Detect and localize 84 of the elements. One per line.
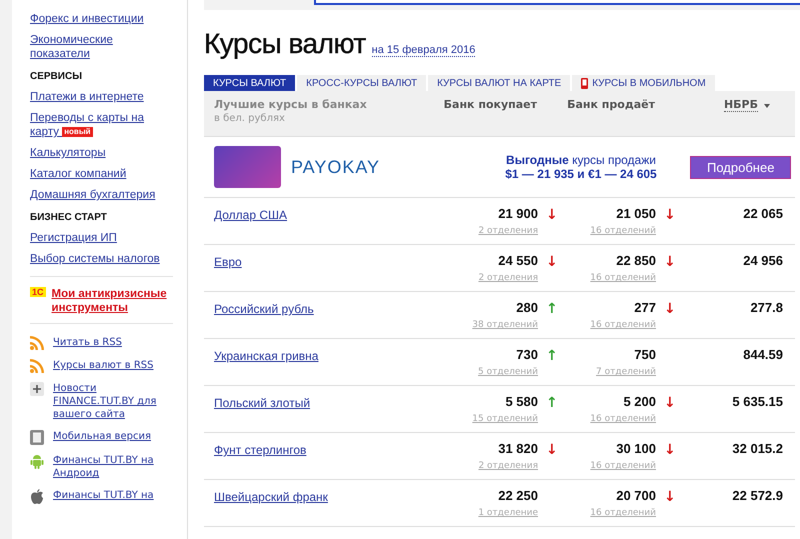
apple-icon — [30, 489, 44, 504]
android-icon — [30, 454, 44, 469]
nbrb-rate: 22 065 — [743, 206, 783, 221]
nbrb-rate: 22 572.9 — [732, 488, 783, 503]
tablet-icon — [30, 430, 44, 445]
sidebar-link[interactable]: Финансы TUT.BY на — [53, 489, 165, 502]
sidebar-link[interactable]: Форекс и инвестиции — [30, 12, 170, 26]
tab[interactable]: КУРСЫ В МОБИЛЬНОМ — [572, 75, 715, 91]
buy-rate: 5 580 — [505, 394, 538, 409]
nbrb-rate: 844.59 — [743, 347, 783, 362]
section-heading: СЕРВИСЫ — [30, 71, 83, 82]
sidebar-link[interactable]: Мобильная версия — [53, 430, 165, 443]
trend-arrow: ↑ — [545, 301, 558, 317]
column-subtitle: в бел. рублях — [214, 113, 286, 124]
currency-link[interactable]: Доллар США — [214, 208, 288, 222]
trend-arrow: ↓ — [663, 442, 676, 458]
sell-rate: 277 — [634, 300, 656, 315]
trend-arrow: ↓ — [545, 442, 558, 458]
sidebar-link[interactable]: Курсы валют в RSS — [53, 359, 165, 372]
promo-link[interactable]: Мои антикризисные инструменты — [52, 287, 173, 315]
rss-icon — [30, 359, 44, 373]
sidebar-link[interactable]: Финансы TUT.BY на Андроид — [53, 454, 165, 480]
currency-link[interactable]: Российский рубль — [214, 302, 314, 316]
nbrb-rate: 277.8 — [750, 300, 783, 315]
sidebar-link[interactable]: Экономические показатели — [30, 33, 170, 61]
buy-rate: 22 250 — [498, 488, 538, 503]
trend-arrow: ↓ — [663, 254, 676, 270]
sidebar-link[interactable]: Регистрация ИП — [30, 231, 170, 245]
rss-icon — [30, 336, 44, 350]
trend-arrow: ↓ — [545, 254, 558, 270]
nbrb-rate: 5 635.15 — [732, 394, 783, 409]
nbrb-dropdown[interactable]: НБРБ — [724, 98, 758, 112]
caret-icon — [764, 104, 770, 108]
sell-rate: 5 200 — [623, 394, 656, 409]
trend-arrow: ↓ — [663, 301, 676, 317]
search-field[interactable] — [314, 0, 800, 5]
new-badge: новый — [62, 127, 93, 137]
currency-link[interactable]: Украинская гривна — [214, 349, 318, 363]
sidebar-link[interactable]: Читать в RSS — [53, 336, 165, 349]
trend-arrow: ↑ — [545, 348, 558, 364]
buy-rate: 31 820 — [498, 441, 538, 456]
details-button[interactable]: Подробнее — [690, 156, 792, 178]
sidebar-link[interactable]: Платежи в интернете — [30, 90, 170, 104]
buy-rate: 24 550 — [498, 253, 538, 268]
column-header: Банк покупает — [442, 98, 537, 111]
buy-rate: 21 900 — [498, 206, 538, 221]
trend-arrow: ↓ — [663, 207, 676, 223]
currency-link[interactable]: Евро — [214, 255, 242, 269]
nbrb-rate: 24 956 — [743, 253, 783, 268]
trend-arrow: ↓ — [545, 207, 558, 223]
buy-rate: 730 — [516, 347, 538, 362]
currency-link[interactable]: Польский злотый — [214, 396, 310, 410]
logo: 1С — [30, 287, 46, 297]
sidebar-link[interactable]: Домашняя бухгалтерия — [30, 188, 170, 202]
currency-link[interactable]: Фунт стерлингов — [214, 443, 306, 457]
plus-icon — [30, 382, 44, 396]
sidebar-link[interactable]: Выбор системы налогов — [30, 252, 170, 266]
sell-rate: 21 050 — [616, 206, 656, 221]
page-title: Курсы валют — [204, 28, 366, 60]
column-header: Банк продаёт — [566, 98, 655, 111]
sidebar-link[interactable]: Каталог компаний — [30, 167, 170, 181]
trend-arrow: ↓ — [663, 395, 676, 411]
sidebar-link[interactable]: Переводы с карты на карту новый — [30, 111, 170, 139]
sell-rate: 750 — [634, 347, 656, 362]
sell-rate: 20 700 — [616, 488, 656, 503]
sell-rate: 30 100 — [616, 441, 656, 456]
nbrb-rate: 32 015.2 — [732, 441, 783, 456]
ad-text: Выгодные курсы продажи $1 — 21 935 и €1 — 24 605 — [504, 153, 658, 181]
payokay-logo: PAYOKAY — [291, 156, 382, 178]
sidebar-link[interactable]: Калькуляторы — [30, 146, 170, 160]
tab[interactable]: КРОСС-КУРСЫ ВАЛЮТ — [297, 75, 426, 91]
column-header: Лучшие курсы в банках — [214, 98, 368, 111]
currency-link[interactable]: Швейцарский франк — [214, 490, 328, 504]
trend-arrow: ↑ — [545, 395, 558, 411]
tab[interactable]: КУРСЫ ВАЛЮТ — [204, 75, 296, 91]
sell-rate: 22 850 — [616, 253, 656, 268]
sidebar-link[interactable]: Новости FINANCE.TUT.BY для вашего сайта — [53, 382, 165, 421]
bank-card-drawing — [214, 146, 281, 188]
tab[interactable]: КУРСЫ ВАЛЮТ НА КАРТЕ — [428, 75, 570, 91]
date-link[interactable]: на 15 февраля 2016 — [372, 44, 476, 57]
phone-icon — [581, 78, 588, 88]
section-heading: БИЗНЕС СТАРТ — [30, 212, 108, 223]
buy-rate: 280 — [516, 300, 538, 315]
trend-arrow: ↓ — [663, 489, 676, 505]
